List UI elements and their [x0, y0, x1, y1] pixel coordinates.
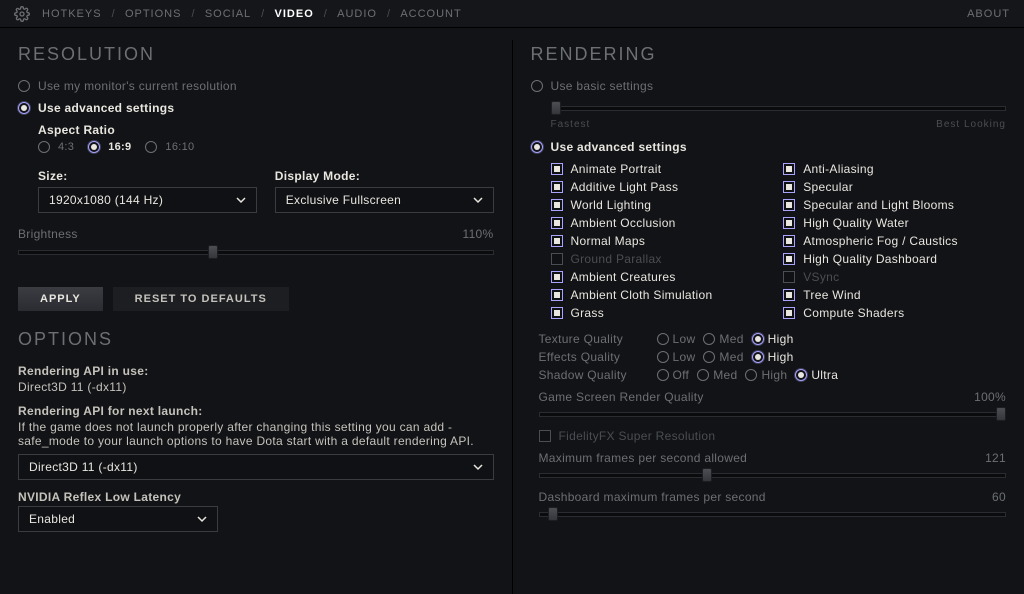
- render-quality-value: 100%: [974, 390, 1006, 404]
- brightness-label: Brightness: [18, 227, 78, 241]
- resolution-heading: RESOLUTION: [18, 44, 494, 65]
- rendering-heading: RENDERING: [531, 44, 1007, 65]
- checkbox-tree-wind[interactable]: Tree Wind: [783, 288, 1006, 302]
- checkbox-atmospheric-fog-caustics[interactable]: Atmospheric Fog / Caustics: [783, 234, 1006, 248]
- top-bar: HOTKEYS/OPTIONS/SOCIAL/VIDEO/AUDIO/ACCOU…: [0, 0, 1024, 28]
- checkbox-vsync: VSync: [783, 270, 1006, 284]
- checkbox-additive-light-pass[interactable]: Additive Light Pass: [551, 180, 774, 194]
- basic-quality-slider[interactable]: [551, 101, 1007, 115]
- max-fps-label: Maximum frames per second allowed: [539, 451, 748, 465]
- reflex-dropdown[interactable]: Enabled: [18, 506, 218, 532]
- api-in-use-label: Rendering API in use:: [18, 364, 494, 378]
- checkbox-ground-parallax: Ground Parallax: [551, 252, 774, 266]
- chevron-down-icon: [473, 462, 483, 472]
- about-link[interactable]: ABOUT: [967, 8, 1010, 20]
- effects-quality-low[interactable]: Low: [657, 350, 696, 364]
- tab-account[interactable]: ACCOUNT: [400, 8, 461, 20]
- chevron-down-icon: [473, 195, 483, 205]
- effects-quality-row: Effects Quality Low Med High: [539, 350, 1007, 364]
- checkbox-ambient-cloth-simulation[interactable]: Ambient Cloth Simulation: [551, 288, 774, 302]
- display-mode-dropdown[interactable]: Exclusive Fullscreen: [275, 187, 494, 213]
- dash-fps-slider[interactable]: [539, 507, 1007, 521]
- size-label: Size:: [38, 169, 257, 183]
- api-in-use-value: Direct3D 11 (-dx11): [18, 380, 494, 394]
- left-column: RESOLUTION Use my monitor's current reso…: [0, 28, 512, 594]
- texture-quality-high[interactable]: High: [752, 332, 794, 346]
- aspect-4-3[interactable]: 4:3: [38, 141, 74, 153]
- shadow-quality-ultra[interactable]: Ultra: [795, 368, 838, 382]
- effects-quality-label: Effects Quality: [539, 350, 649, 364]
- radio-advanced-rendering[interactable]: Use advanced settings: [531, 140, 1007, 154]
- options-heading: OPTIONS: [18, 329, 494, 350]
- checkbox-normal-maps[interactable]: Normal Maps: [551, 234, 774, 248]
- checkbox-high-quality-dashboard[interactable]: High Quality Dashboard: [783, 252, 1006, 266]
- texture-quality-label: Texture Quality: [539, 332, 649, 346]
- gear-icon[interactable]: [14, 6, 30, 22]
- radio-current-resolution[interactable]: Use my monitor's current resolution: [18, 79, 494, 93]
- api-next-dropdown[interactable]: Direct3D 11 (-dx11): [18, 454, 494, 480]
- checkbox-compute-shaders[interactable]: Compute Shaders: [783, 306, 1006, 320]
- reflex-label: NVIDIA Reflex Low Latency: [18, 490, 494, 504]
- api-next-label: Rendering API for next launch:: [18, 404, 494, 418]
- checkbox-high-quality-water[interactable]: High Quality Water: [783, 216, 1006, 230]
- radio-basic-settings[interactable]: Use basic settings: [531, 79, 1007, 93]
- tab-options[interactable]: OPTIONS: [125, 8, 182, 20]
- shadow-quality-med[interactable]: Med: [697, 368, 737, 382]
- basic-slider-best: Best Looking: [936, 119, 1006, 130]
- brightness-slider[interactable]: [18, 245, 494, 259]
- dash-fps-label: Dashboard maximum frames per second: [539, 490, 766, 504]
- aspect-16-10[interactable]: 16:10: [145, 141, 194, 153]
- right-column: RENDERING Use basic settings Fastest Bes…: [513, 28, 1024, 594]
- checkbox-specular-and-light-blooms[interactable]: Specular and Light Blooms: [783, 198, 1006, 212]
- tab-social[interactable]: SOCIAL: [205, 8, 251, 20]
- texture-quality-low[interactable]: Low: [657, 332, 696, 346]
- render-quality-slider[interactable]: [539, 407, 1007, 421]
- render-quality-label: Game Screen Render Quality: [539, 390, 704, 404]
- tab-video[interactable]: VIDEO: [275, 8, 314, 20]
- effects-quality-high[interactable]: High: [752, 350, 794, 364]
- basic-slider-fastest: Fastest: [551, 119, 591, 130]
- chevron-down-icon: [197, 514, 207, 524]
- apply-button[interactable]: APPLY: [18, 287, 103, 311]
- reset-button[interactable]: RESET TO DEFAULTS: [113, 287, 289, 311]
- size-dropdown[interactable]: 1920x1080 (144 Hz): [38, 187, 257, 213]
- max-fps-value: 121: [985, 451, 1006, 465]
- checkbox-animate-portrait[interactable]: Animate Portrait: [551, 162, 774, 176]
- shadow-quality-off[interactable]: Off: [657, 368, 690, 382]
- display-mode-label: Display Mode:: [275, 169, 494, 183]
- checkbox-grass[interactable]: Grass: [551, 306, 774, 320]
- checkbox-specular[interactable]: Specular: [783, 180, 1006, 194]
- shadow-quality-row: Shadow Quality Off Med High Ultra: [539, 368, 1007, 382]
- shadow-quality-high[interactable]: High: [745, 368, 787, 382]
- aspect-ratio-label: Aspect Ratio: [38, 123, 494, 137]
- tab-audio[interactable]: AUDIO: [337, 8, 377, 20]
- texture-quality-med[interactable]: Med: [703, 332, 743, 346]
- dash-fps-value: 60: [992, 490, 1006, 504]
- effects-quality-med[interactable]: Med: [703, 350, 743, 364]
- max-fps-slider[interactable]: [539, 468, 1007, 482]
- aspect-16-9[interactable]: 16:9: [88, 141, 131, 153]
- radio-advanced-resolution[interactable]: Use advanced settings: [18, 101, 494, 115]
- shadow-quality-label: Shadow Quality: [539, 368, 649, 382]
- fidelityfx-checkbox: FidelityFX Super Resolution: [539, 429, 1007, 443]
- tab-bar: HOTKEYS/OPTIONS/SOCIAL/VIDEO/AUDIO/ACCOU…: [42, 8, 462, 20]
- tab-hotkeys[interactable]: HOTKEYS: [42, 8, 102, 20]
- checkbox-ambient-occlusion[interactable]: Ambient Occlusion: [551, 216, 774, 230]
- checkbox-world-lighting[interactable]: World Lighting: [551, 198, 774, 212]
- api-next-help: If the game does not launch properly aft…: [18, 420, 494, 448]
- checkbox-anti-aliasing[interactable]: Anti-Aliasing: [783, 162, 1006, 176]
- brightness-value: 110%: [462, 227, 493, 241]
- texture-quality-row: Texture Quality Low Med High: [539, 332, 1007, 346]
- chevron-down-icon: [236, 195, 246, 205]
- checkbox-ambient-creatures[interactable]: Ambient Creatures: [551, 270, 774, 284]
